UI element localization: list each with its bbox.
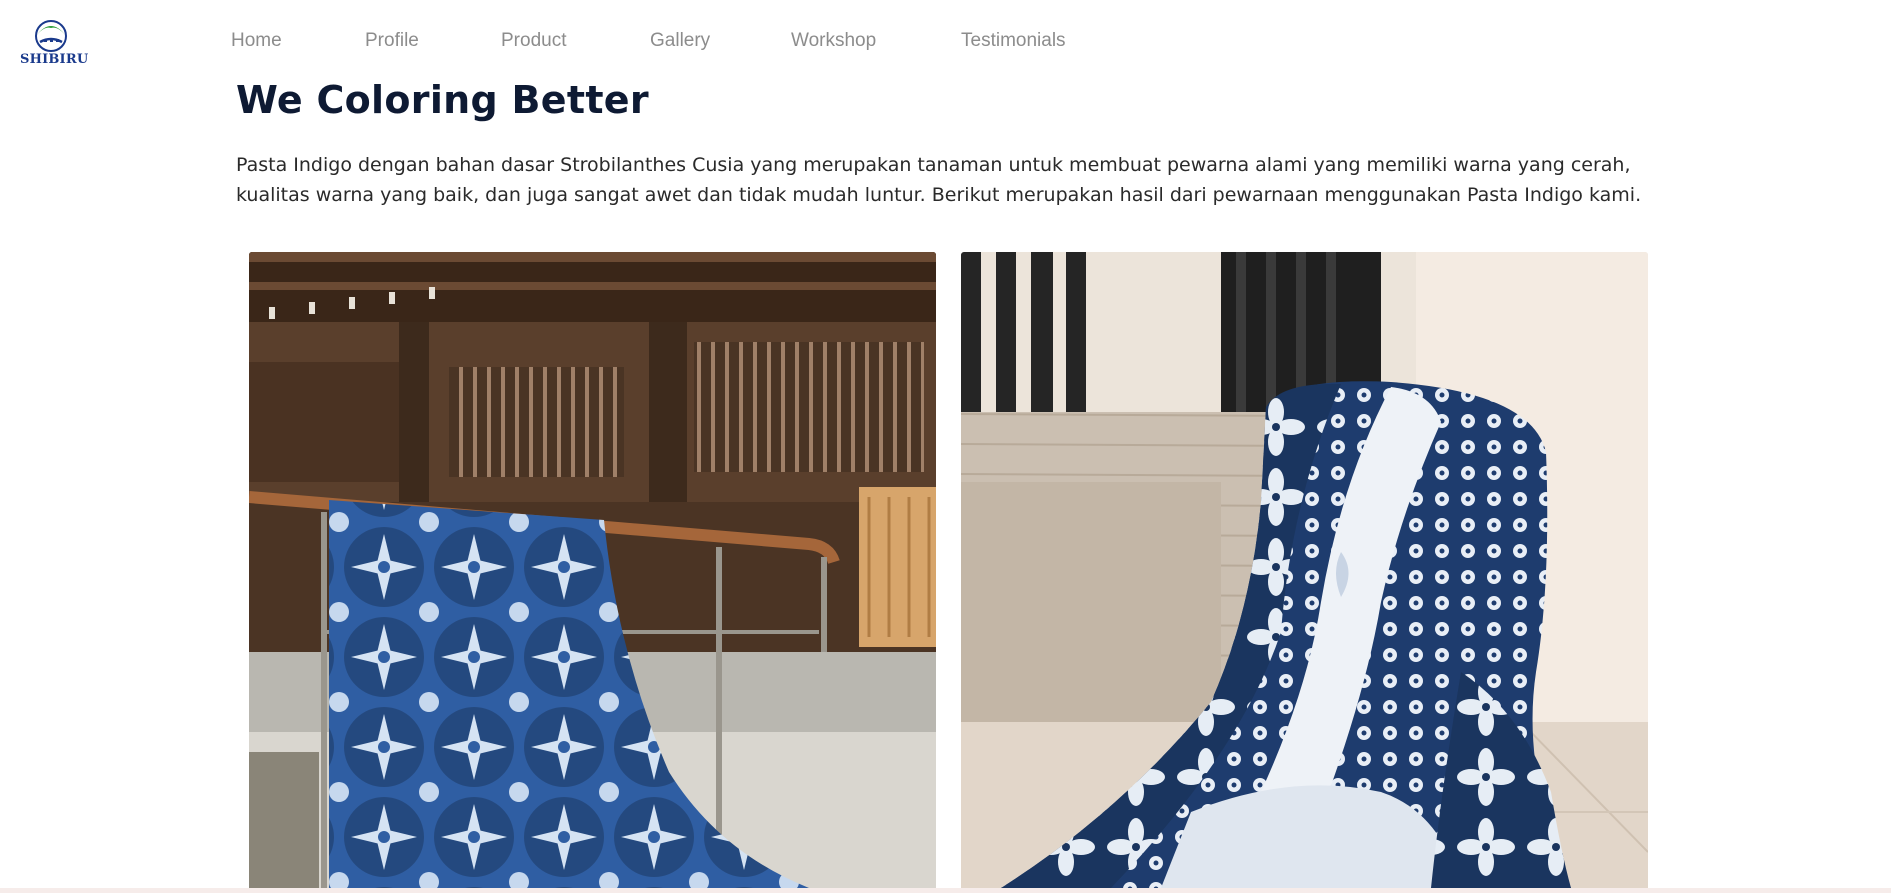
nav-product[interactable]: Product xyxy=(501,30,566,52)
gallery-photo-railing[interactable] xyxy=(249,252,936,888)
shibiru-logo-icon xyxy=(35,20,67,52)
section-title: We Coloring Better xyxy=(236,78,649,122)
nav-home[interactable]: Home xyxy=(231,30,282,52)
section-description: Pasta Indigo dengan bahan dasar Strobila… xyxy=(236,154,1642,206)
brand-name: SHIBIRU xyxy=(20,52,89,67)
nav-testimonials[interactable]: Testimonials xyxy=(961,30,1066,52)
nav-gallery[interactable]: Gallery xyxy=(650,30,710,52)
footer-divider xyxy=(0,888,1891,893)
nav-workshop[interactable]: Workshop xyxy=(791,30,876,52)
photo-drape-image xyxy=(961,252,1648,888)
photo-railing-image xyxy=(249,252,936,888)
nav-profile[interactable]: Profile xyxy=(365,30,419,52)
gallery-photo-drape[interactable] xyxy=(961,252,1648,888)
brand-logo[interactable]: SHIBIRU xyxy=(20,14,89,70)
